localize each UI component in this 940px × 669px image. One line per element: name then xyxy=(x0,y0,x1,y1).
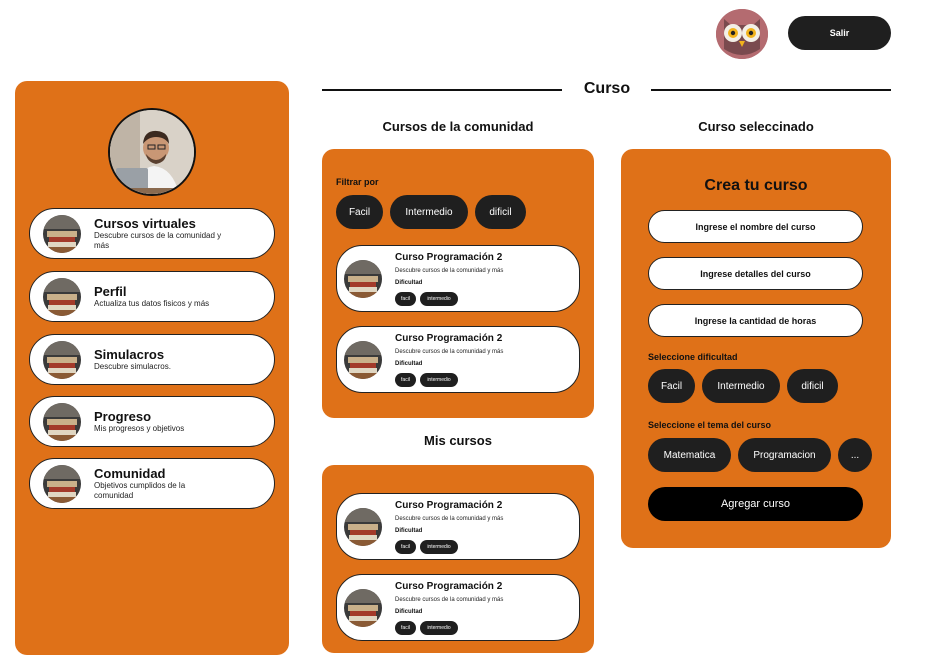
sidebar-item-label: Cursos virtuales xyxy=(94,216,196,231)
my-course-card[interactable]: Curso Programación 2 Descubre cursos de … xyxy=(336,493,580,560)
course-details-input[interactable]: Ingrese detalles del curso xyxy=(648,257,863,290)
course-hours-input[interactable]: Ingrese la cantidad de horas xyxy=(648,304,863,337)
my-courses-title: Mis cursos xyxy=(424,433,492,448)
course-title: Curso Programación 2 xyxy=(395,252,503,263)
books-thumbnail xyxy=(344,341,382,379)
filter-dificil-button[interactable]: dificil xyxy=(475,195,526,229)
topic-more-button[interactable]: ... xyxy=(838,438,872,472)
course-difficulty-label: Dificultad xyxy=(395,280,423,286)
course-title: Curso Programación 2 xyxy=(395,500,503,511)
difficulty-facil-button[interactable]: Facil xyxy=(648,369,695,403)
sidebar-item-label: Progreso xyxy=(94,409,152,424)
course-difficulty-label: Dificultad xyxy=(395,361,423,367)
sidebar-item-desc: Descubre cursos de la comunidad y más xyxy=(94,231,222,250)
course-title: Curso Programación 2 xyxy=(395,333,503,344)
page-title: Curso xyxy=(583,80,631,97)
books-thumbnail xyxy=(43,214,81,253)
tag-intermedio: intermedio xyxy=(420,540,458,554)
books-thumbnail xyxy=(43,277,81,316)
books-thumbnail xyxy=(344,589,382,627)
books-thumbnail xyxy=(344,260,382,298)
sidebar-item-desc: Mis progresos y objetivos xyxy=(94,424,185,433)
tag-facil: facil xyxy=(395,373,416,387)
tag-intermedio: intermedio xyxy=(420,373,458,387)
sidebar-item-perfil[interactable]: Perfil Actualiza tus datos fisicos y más xyxy=(29,271,275,322)
community-course-card[interactable]: Curso Programación 2 Descubre cursos de … xyxy=(336,326,580,393)
sidebar-item-label: Perfil xyxy=(94,284,127,299)
filter-facil-button[interactable]: Facil xyxy=(336,195,383,229)
books-thumbnail xyxy=(43,464,81,503)
community-course-card[interactable]: Curso Programación 2 Descubre cursos de … xyxy=(336,245,580,312)
owl-icon xyxy=(716,9,768,59)
topic-select-label: Seleccione el tema del curso xyxy=(648,420,772,430)
course-desc: Descubre cursos de la comunidad y más xyxy=(395,597,504,603)
community-courses-title: Cursos de la comunidad xyxy=(382,119,534,134)
title-divider-left xyxy=(322,89,562,91)
profile-avatar[interactable] xyxy=(108,108,196,196)
course-difficulty-label: Dificultad xyxy=(395,528,423,534)
tag-facil: facil xyxy=(395,621,416,635)
difficulty-intermedio-button[interactable]: Intermedio xyxy=(702,369,780,403)
title-divider-right xyxy=(651,89,891,91)
sidebar-item-label: Simulacros xyxy=(94,347,165,362)
sidebar-item-progreso[interactable]: Progreso Mis progresos y objetivos xyxy=(29,396,275,447)
selected-course-title: Curso seleccinado xyxy=(698,119,814,134)
difficulty-select-label: Seleccione dificultad xyxy=(648,352,738,362)
tag-intermedio: intermedio xyxy=(420,621,458,635)
topic-programacion-button[interactable]: Programacion xyxy=(738,438,831,472)
create-course-heading: Crea tu curso xyxy=(704,177,808,194)
tag-intermedio: intermedio xyxy=(420,292,458,306)
exit-button[interactable]: Salir xyxy=(788,16,891,50)
tag-facil: facil xyxy=(395,292,416,306)
filter-intermedio-button[interactable]: Intermedio xyxy=(390,195,468,229)
books-thumbnail xyxy=(43,402,81,441)
course-name-input[interactable]: Ingrese el nombre del curso xyxy=(648,210,863,243)
sidebar-item-desc: Objetivos cumplidos de la comunidad xyxy=(94,481,186,500)
add-course-button[interactable]: Agregar curso xyxy=(648,487,863,521)
my-course-card[interactable]: Curso Programación 2 Descubre cursos de … xyxy=(336,574,580,641)
sidebar-item-comunidad[interactable]: Comunidad Objetivos cumplidos de la comu… xyxy=(29,458,275,509)
sidebar-item-desc: Descubre simulacros. xyxy=(94,362,171,371)
course-desc: Descubre cursos de la comunidad y más xyxy=(395,268,504,274)
course-difficulty-label: Dificultad xyxy=(395,609,423,615)
sidebar-item-desc: Actualiza tus datos fisicos y más xyxy=(94,299,210,308)
filter-label: Filtrar por xyxy=(336,177,379,187)
topic-matematica-button[interactable]: Matematica xyxy=(648,438,731,472)
course-title: Curso Programación 2 xyxy=(395,581,503,592)
course-desc: Descubre cursos de la comunidad y más xyxy=(395,516,504,522)
difficulty-dificil-button[interactable]: dificil xyxy=(787,369,838,403)
course-desc: Descubre cursos de la comunidad y más xyxy=(395,349,504,355)
tag-facil: facil xyxy=(395,540,416,554)
books-thumbnail xyxy=(43,340,81,379)
sidebar-item-label: Comunidad xyxy=(94,466,166,481)
sidebar-item-simulacros[interactable]: Simulacros Descubre simulacros. xyxy=(29,334,275,385)
books-thumbnail xyxy=(344,508,382,546)
sidebar-item-cursos-virtuales[interactable]: Cursos virtuales Descubre cursos de la c… xyxy=(29,208,275,259)
